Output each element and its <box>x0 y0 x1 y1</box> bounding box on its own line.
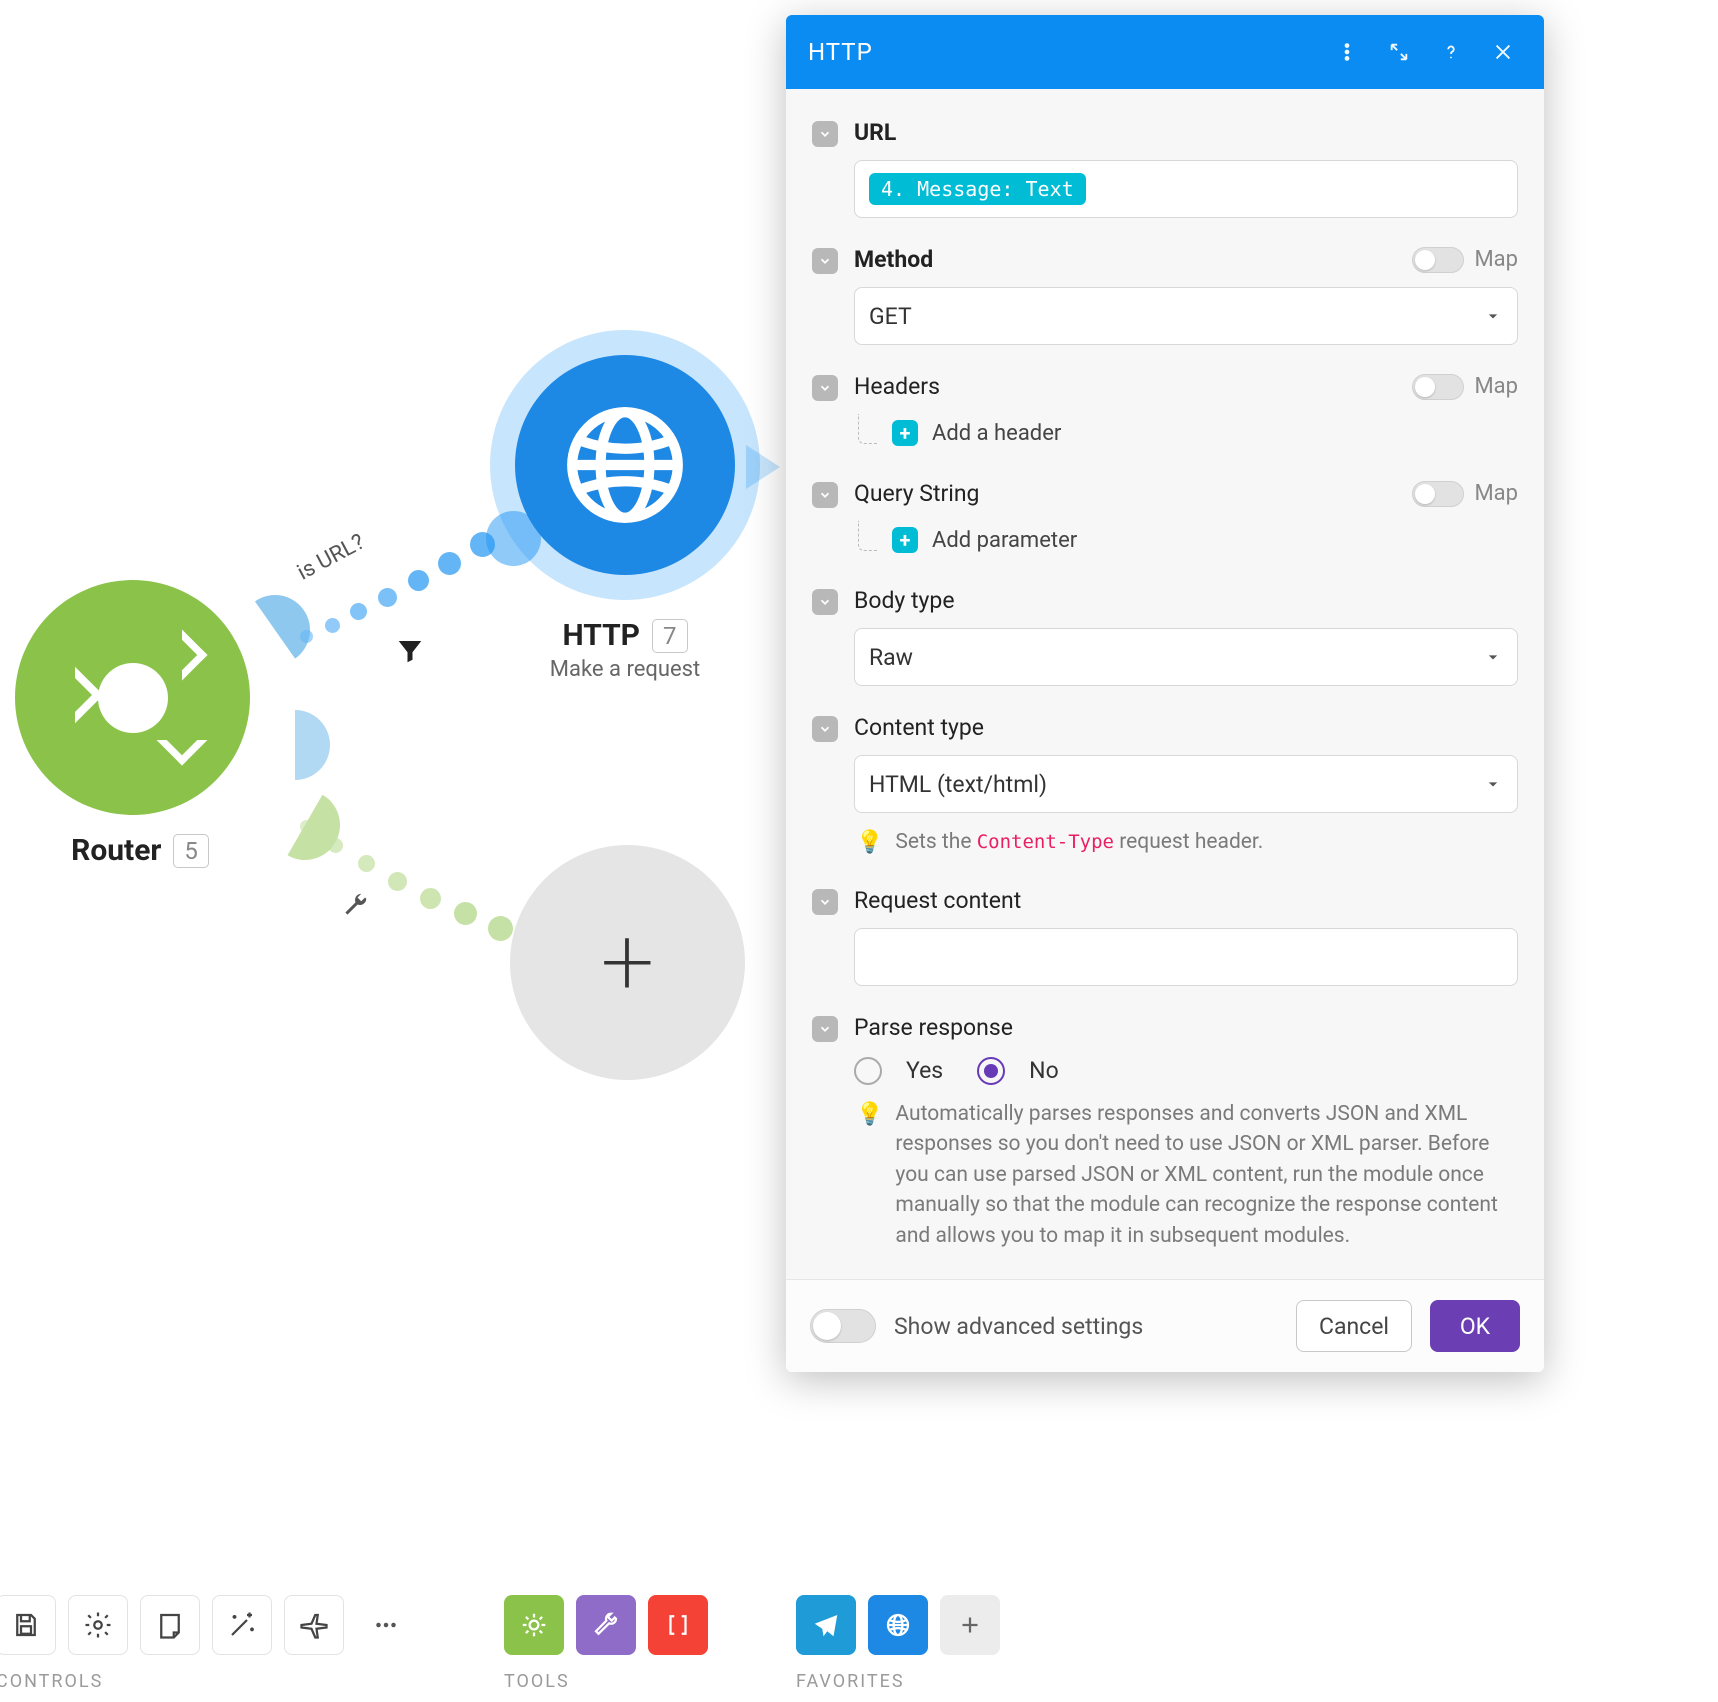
lightbulb-icon: 💡 <box>856 1099 883 1251</box>
router-node[interactable]: Router 5 <box>15 580 265 830</box>
body-type-select[interactable]: Raw <box>854 628 1518 686</box>
module-config-panel: HTTP URL 4. Message: Text <box>786 15 1544 1372</box>
collapse-toggle-requestcontent[interactable] <box>812 889 838 915</box>
request-content-label: Request content <box>854 887 1518 914</box>
globe-icon <box>515 355 735 575</box>
router-badge: 5 <box>173 834 209 868</box>
more-icon[interactable] <box>1328 33 1366 71</box>
method-select[interactable]: GET <box>854 287 1518 345</box>
router-icon <box>15 580 250 815</box>
panel-header: HTTP <box>786 15 1544 89</box>
airplane-icon[interactable] <box>284 1595 344 1655</box>
plus-icon: + <box>510 845 745 1080</box>
more-controls-icon[interactable] <box>356 1595 416 1655</box>
add-parameter-button[interactable]: + <box>892 527 918 553</box>
url-input[interactable]: 4. Message: Text <box>854 160 1518 218</box>
body-type-value: Raw <box>869 644 913 671</box>
close-icon[interactable] <box>1484 33 1522 71</box>
collapse-toggle-method[interactable] <box>812 248 838 274</box>
content-type-label: Content type <box>854 714 1518 741</box>
content-type-select[interactable]: HTML (text/html) <box>854 755 1518 813</box>
url-label: URL <box>854 119 1518 146</box>
body-type-label: Body type <box>854 587 1518 614</box>
edge-filter-label: is URL? <box>293 530 369 586</box>
filter-icon[interactable] <box>395 636 425 666</box>
save-icon[interactable] <box>0 1595 56 1655</box>
lightbulb-icon: 💡 <box>856 827 883 859</box>
add-parameter-label: Add parameter <box>932 528 1077 553</box>
collapse-toggle-parse[interactable] <box>812 1016 838 1042</box>
help-icon[interactable] <box>1432 33 1470 71</box>
add-module-node[interactable]: + <box>510 845 745 1080</box>
favorite-add-button[interactable] <box>940 1595 1000 1655</box>
magic-wand-icon[interactable] <box>212 1595 272 1655</box>
http-node-subtitle: Make a request <box>490 657 760 682</box>
method-value: GET <box>869 303 912 330</box>
cancel-button[interactable]: Cancel <box>1296 1300 1412 1352</box>
favorite-http-icon[interactable] <box>868 1595 928 1655</box>
http-node-badge: 7 <box>652 619 688 653</box>
tree-line <box>858 414 878 444</box>
content-type-hint: 💡 Sets the Content-Type request header. <box>854 827 1518 859</box>
parse-label: Parse response <box>854 1014 1518 1041</box>
favorites-label: FAVORITES <box>796 1671 1000 1692</box>
panel-footer: Show advanced settings Cancel OK <box>786 1279 1544 1372</box>
collapse-toggle-url[interactable] <box>812 121 838 147</box>
expand-icon[interactable] <box>1380 33 1418 71</box>
favorite-telegram-icon[interactable] <box>796 1595 856 1655</box>
advanced-settings-toggle[interactable] <box>810 1309 876 1343</box>
settings-icon[interactable] <box>68 1595 128 1655</box>
add-header-button[interactable]: + <box>892 420 918 446</box>
router-title: Router <box>71 833 161 868</box>
chevron-down-icon <box>1483 306 1503 326</box>
request-content-input[interactable] <box>854 928 1518 986</box>
tools-brackets-icon[interactable] <box>648 1595 708 1655</box>
tools-wrench-icon[interactable] <box>576 1595 636 1655</box>
bottom-toolbar: CONTROLS TOOLS <box>0 1595 1718 1702</box>
collapse-toggle-query[interactable] <box>812 482 838 508</box>
wrench-icon[interactable] <box>340 890 370 920</box>
mapping-pill-message-text[interactable]: 4. Message: Text <box>869 173 1086 205</box>
ok-button[interactable]: OK <box>1430 1300 1520 1352</box>
toolbar-tools: TOOLS <box>504 1595 708 1692</box>
method-map-toggle[interactable] <box>1412 247 1464 273</box>
content-type-value: HTML (text/html) <box>869 771 1047 798</box>
toolbar-controls: CONTROLS <box>0 1595 416 1692</box>
collapse-toggle-headers[interactable] <box>812 375 838 401</box>
method-label: Method <box>854 246 933 273</box>
http-node-title: HTTP <box>562 618 640 653</box>
route-port-mid <box>260 710 330 780</box>
http-node[interactable]: HTTP 7 Make a request <box>490 330 760 682</box>
add-header-label: Add a header <box>932 421 1061 446</box>
map-label: Map <box>1474 247 1518 272</box>
toolbar-favorites: FAVORITES <box>796 1595 1000 1692</box>
chevron-down-icon <box>1483 774 1503 794</box>
controls-label: CONTROLS <box>0 1671 416 1692</box>
collapse-toggle-bodytype[interactable] <box>812 589 838 615</box>
query-label: Query String <box>854 480 979 507</box>
query-map-toggle[interactable] <box>1412 481 1464 507</box>
panel-title: HTTP <box>808 38 873 66</box>
chevron-down-icon <box>1483 647 1503 667</box>
headers-map-toggle[interactable] <box>1412 374 1464 400</box>
advanced-settings-label: Show advanced settings <box>894 1313 1143 1340</box>
headers-label: Headers <box>854 373 940 400</box>
note-icon[interactable] <box>140 1595 200 1655</box>
tools-label: TOOLS <box>504 1671 708 1692</box>
tools-gear-icon[interactable] <box>504 1595 564 1655</box>
collapse-toggle-contenttype[interactable] <box>812 716 838 742</box>
parse-hint: 💡 Automatically parses responses and con… <box>854 1099 1518 1251</box>
